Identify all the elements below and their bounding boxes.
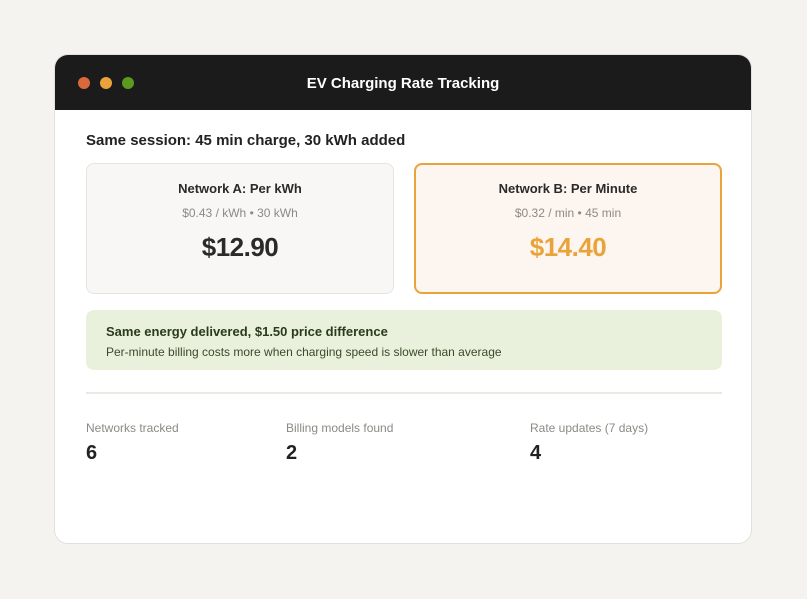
network-a-price: $12.90 (201, 232, 279, 262)
window-title: EV Charging Rate Tracking (306, 75, 500, 92)
stat-networks-tracked: Networks tracked 6 (86, 421, 179, 464)
stat-rate-updates: Rate updates (7 days) 4 (530, 421, 648, 464)
network-b-price: $14.40 (529, 232, 607, 262)
section-divider (86, 392, 722, 394)
stat-label: Networks tracked (86, 421, 179, 435)
app-window: EV Charging Rate Tracking Same session: … (54, 54, 752, 544)
session-heading: Same session: 45 min charge, 30 kWh adde… (86, 132, 406, 149)
network-a-title: Network A: Per kWh (178, 181, 302, 196)
stat-label: Billing models found (286, 421, 394, 435)
stat-value: 4 (530, 442, 542, 464)
price-difference-callout: Same energy delivered, $1.50 price diffe… (86, 310, 722, 370)
network-b-title: Network B: Per Minute (498, 181, 638, 196)
stat-value: 6 (86, 442, 98, 464)
network-a-rate-detail: $0.43 / kWh • 30 kWh (182, 206, 298, 220)
stat-label: Rate updates (7 days) (530, 421, 649, 435)
callout-title: Same energy delivered, $1.50 price diffe… (106, 324, 388, 339)
title-bar: EV Charging Rate Tracking (55, 55, 751, 110)
stat-value: 2 (286, 442, 298, 464)
network-b-card: Network B: Per Minute $0.32 / min • 45 m… (414, 163, 722, 294)
callout-text: Per-minute billing costs more when charg… (106, 345, 502, 359)
network-a-card: Network A: Per kWh $0.43 / kWh • 30 kWh … (86, 163, 394, 294)
stat-billing-models: Billing models found 2 (286, 421, 393, 464)
network-b-rate-detail: $0.32 / min • 45 min (514, 206, 622, 220)
